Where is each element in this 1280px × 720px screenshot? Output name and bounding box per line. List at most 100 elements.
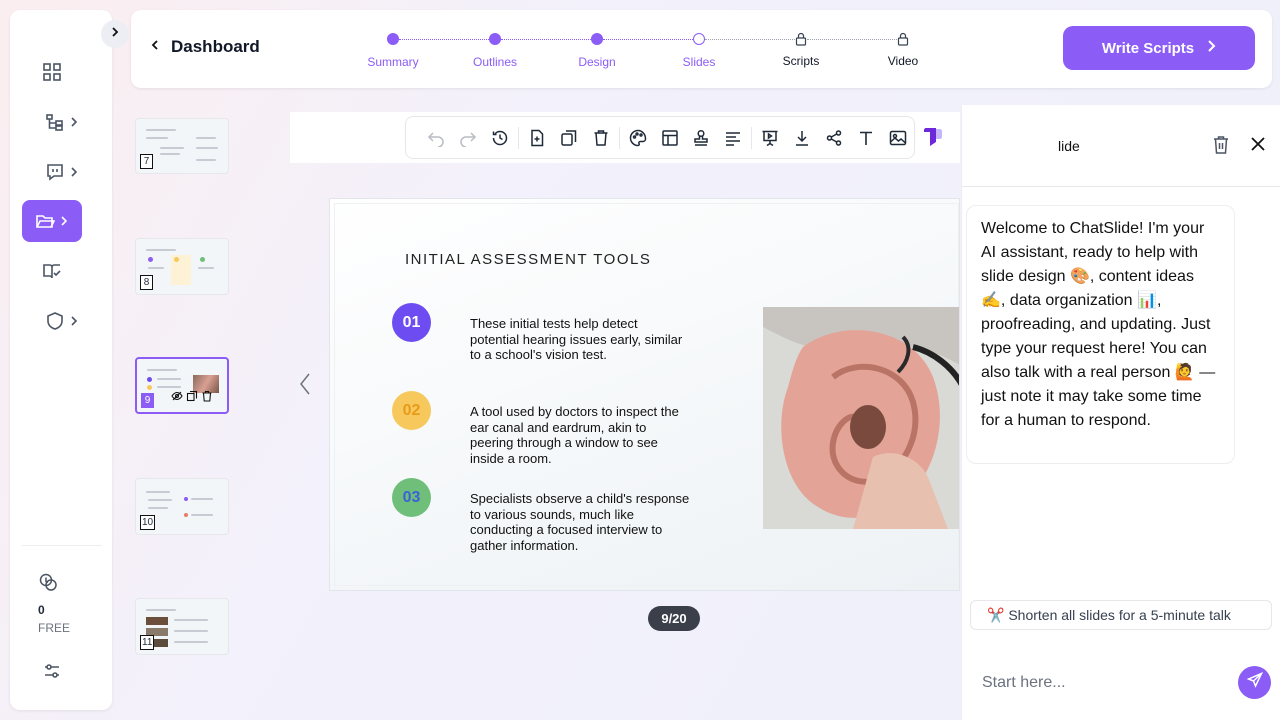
slide-canvas[interactable]: INITIAL ASSESSMENT TOOLS 01 These initia… bbox=[329, 198, 960, 591]
bullet-text[interactable]: Specialists observe a child's response t… bbox=[470, 491, 690, 553]
book-check-icon bbox=[42, 261, 62, 281]
badge-text: 01 bbox=[402, 313, 421, 331]
redo-icon[interactable] bbox=[452, 122, 484, 154]
align-icon[interactable] bbox=[717, 122, 749, 154]
slide-page-indicator: 9/20 bbox=[648, 606, 700, 631]
trash-icon[interactable] bbox=[1212, 135, 1230, 160]
chevron-right-icon bbox=[1206, 39, 1216, 57]
sidebar-item-dashboard[interactable] bbox=[22, 51, 82, 93]
slide-thumbnail-selected[interactable]: 9 bbox=[135, 357, 229, 414]
send-button[interactable] bbox=[1238, 666, 1271, 699]
step-label: Design bbox=[578, 55, 616, 69]
text-icon[interactable] bbox=[850, 122, 882, 154]
sidebar-item-security[interactable] bbox=[32, 300, 92, 342]
step-design[interactable]: Design bbox=[557, 32, 637, 69]
bullet-text[interactable]: A tool used by doctors to inspect the ea… bbox=[470, 404, 690, 466]
bullet-number-badge: 03 bbox=[392, 478, 431, 517]
chevron-left-icon bbox=[149, 38, 161, 56]
assistant-message: Welcome to ChatSlide! I'm your AI assist… bbox=[966, 205, 1235, 464]
back-to-dashboard[interactable]: Dashboard bbox=[149, 37, 260, 57]
bullet-number-badge: 01 bbox=[392, 303, 431, 342]
badge-text: 03 bbox=[402, 488, 421, 506]
lock-icon bbox=[795, 32, 807, 46]
slide-number: 8 bbox=[140, 275, 153, 290]
image-icon[interactable] bbox=[882, 122, 914, 154]
step-dot bbox=[489, 33, 501, 45]
folder-open-icon bbox=[35, 211, 55, 231]
delete-icon[interactable] bbox=[585, 122, 617, 154]
history-icon[interactable] bbox=[484, 122, 516, 154]
step-label: Outlines bbox=[472, 55, 518, 69]
step-outlines[interactable]: Outlines bbox=[455, 32, 535, 69]
thumbnail-actions bbox=[171, 389, 213, 407]
brand-logo-icon[interactable] bbox=[922, 127, 944, 152]
download-icon[interactable] bbox=[786, 122, 818, 154]
share-icon[interactable] bbox=[818, 122, 850, 154]
undo-icon[interactable] bbox=[420, 122, 452, 154]
present-icon[interactable] bbox=[754, 122, 786, 154]
stamp-icon[interactable] bbox=[686, 122, 718, 154]
duplicate-icon[interactable] bbox=[553, 122, 585, 154]
slide-image[interactable] bbox=[763, 307, 959, 529]
sidebar-item-projects[interactable] bbox=[22, 200, 82, 242]
slide-thumbnail[interactable]: 8 bbox=[135, 238, 229, 295]
bullet-text[interactable]: These initial tests help detect potentia… bbox=[470, 316, 690, 363]
sidebar-item-library[interactable] bbox=[22, 250, 82, 292]
slide-title[interactable]: INITIAL ASSESSMENT TOOLS bbox=[405, 251, 651, 268]
sliders-icon bbox=[42, 661, 62, 681]
step-slides[interactable]: Slides bbox=[659, 32, 739, 69]
slide-number: 10 bbox=[140, 515, 156, 530]
add-slide-icon[interactable] bbox=[521, 122, 553, 154]
delete-slide-icon[interactable] bbox=[201, 389, 213, 407]
slide-thumbnail[interactable]: 11 bbox=[135, 598, 229, 655]
step-dot bbox=[591, 33, 603, 45]
shield-icon bbox=[45, 311, 65, 331]
step-dot bbox=[693, 33, 705, 45]
sidebar-divider bbox=[22, 545, 102, 546]
chat-panel: lide Welcome to ChatSlide! I'm your AI a… bbox=[961, 105, 1280, 720]
step-video[interactable]: Video bbox=[863, 32, 943, 68]
sidebar-collapse-button[interactable] bbox=[101, 20, 129, 48]
credits-widget[interactable]: 0 FREE bbox=[38, 572, 78, 635]
step-summary[interactable]: Summary bbox=[353, 32, 433, 69]
suggestion-chip[interactable]: ✂️ Shorten all slides for a 5-minute tal… bbox=[970, 600, 1272, 630]
slide-thumbnail[interactable]: 10 bbox=[135, 478, 229, 535]
write-scripts-label: Write Scripts bbox=[1101, 39, 1195, 57]
previous-slide-button[interactable] bbox=[298, 372, 312, 401]
coins-icon bbox=[38, 573, 58, 596]
duplicate-slide-icon[interactable] bbox=[186, 389, 198, 407]
credits-count: 0 bbox=[38, 603, 45, 617]
lock-icon bbox=[897, 32, 909, 46]
chevron-right-icon bbox=[69, 167, 79, 177]
palette-icon[interactable] bbox=[622, 122, 654, 154]
write-scripts-button[interactable]: Write Scripts bbox=[1063, 26, 1255, 70]
plan-label: FREE bbox=[38, 621, 71, 635]
chevron-right-icon bbox=[69, 117, 79, 127]
slide-number: 11 bbox=[140, 635, 155, 650]
close-icon[interactable] bbox=[1250, 136, 1266, 157]
settings-button[interactable] bbox=[22, 650, 82, 692]
step-dot bbox=[387, 33, 399, 45]
layout-icon[interactable] bbox=[654, 122, 686, 154]
sidebar: 0 FREE bbox=[10, 10, 112, 710]
step-label: Slides bbox=[682, 55, 716, 69]
step-label: Video bbox=[887, 54, 919, 68]
dashboard-grid-icon bbox=[42, 62, 62, 82]
chat-input[interactable] bbox=[982, 672, 1222, 694]
badge-text: 02 bbox=[402, 401, 421, 419]
chat-header: lide bbox=[962, 105, 1280, 187]
progress-stepper: Summary Outlines Design Slides Scripts V… bbox=[367, 32, 918, 72]
slide-thumbnail[interactable]: 7 bbox=[135, 118, 229, 174]
top-header: Dashboard Summary Outlines Design Slides… bbox=[131, 10, 1272, 88]
step-scripts[interactable]: Scripts bbox=[761, 32, 841, 68]
chevron-right-icon bbox=[59, 216, 69, 226]
page-title: Dashboard bbox=[171, 37, 260, 56]
sidebar-item-outlines[interactable] bbox=[32, 101, 92, 143]
sidebar-item-chat[interactable] bbox=[32, 151, 92, 193]
bullet-number-badge: 02 bbox=[392, 391, 431, 430]
chat-bubble-icon bbox=[45, 162, 65, 182]
hide-slide-icon[interactable] bbox=[171, 389, 183, 407]
chat-title: lide bbox=[1058, 138, 1080, 154]
slide-number: 7 bbox=[140, 154, 153, 169]
chevron-right-icon bbox=[109, 25, 121, 43]
